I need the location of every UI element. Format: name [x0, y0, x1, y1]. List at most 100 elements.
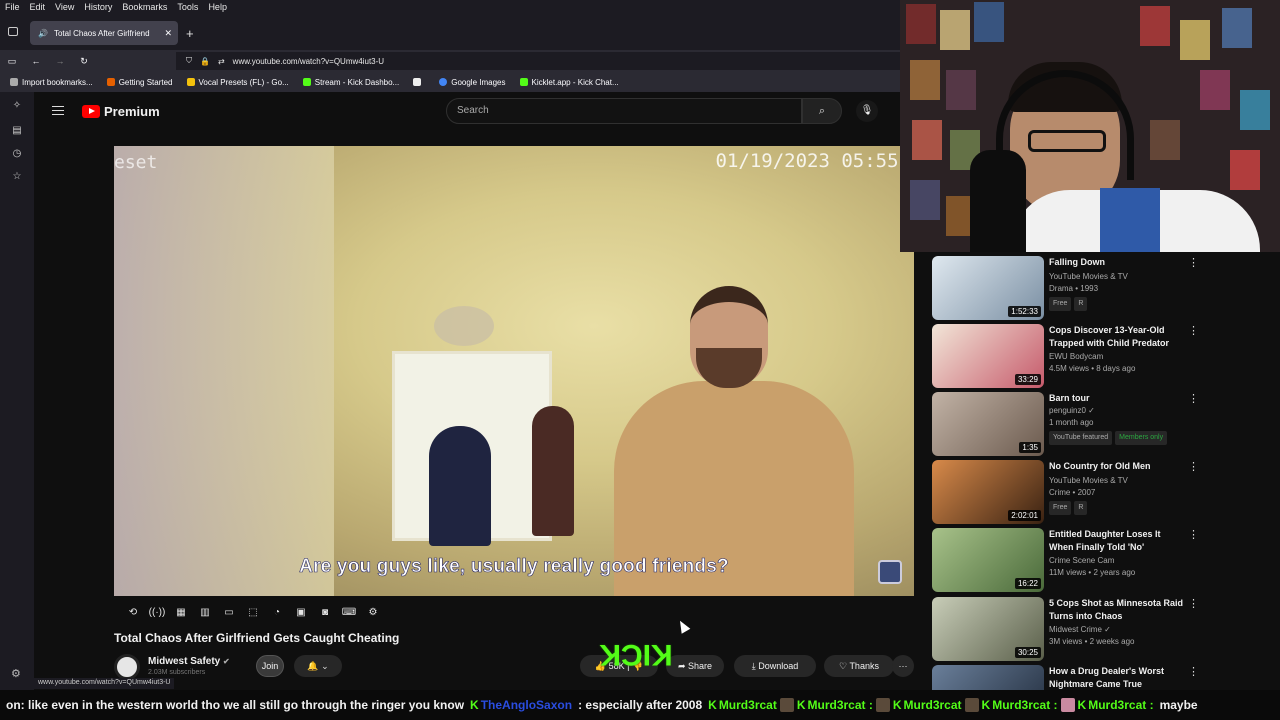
download-button[interactable]: ⤓ Download [734, 655, 816, 677]
bookmark-item[interactable]: Getting Started [106, 78, 173, 87]
list-item[interactable]: 1:35 Barn tour penguinz0 ✓ 1 month ago Y… [930, 390, 1280, 456]
channel-name[interactable]: YouTube Movies & TV [1049, 271, 1128, 283]
menu-icon[interactable] [52, 106, 64, 115]
video-thumbnail[interactable]: 1:52:33 [932, 256, 1044, 320]
channel-name[interactable]: penguinz0 ✓ [1049, 405, 1095, 417]
tab-close-icon[interactable]: ✕ [164, 28, 172, 39]
youtube-logo[interactable]: Premium [82, 104, 160, 119]
video-title[interactable]: Barn tour [1049, 392, 1184, 405]
film-icon[interactable]: ▥ [196, 606, 214, 620]
bookmark-item[interactable]: Vocal Presets (FL) - Go... [186, 78, 289, 87]
video-title[interactable]: Cops Discover 13-Year-Old Trapped with C… [1049, 324, 1184, 350]
chat-username: Murd3rcat : [992, 698, 1058, 712]
list-item[interactable]: 1:52:33 Falling Down YouTube Movies & TV… [930, 254, 1280, 320]
video-title[interactable]: No Country for Old Men [1049, 460, 1184, 473]
video-thumbnail[interactable]: 1:35 [932, 392, 1044, 456]
video-thumbnail[interactable]: 30:25 [932, 597, 1044, 661]
bookmark-item[interactable]: Import bookmarks... [10, 78, 93, 87]
video-title[interactable]: How a Drug Dealer's Worst Nightmare Came… [1049, 665, 1184, 690]
speed-icon[interactable]: ◔ [268, 606, 286, 620]
loop-icon[interactable]: ⟲ [124, 606, 142, 620]
sidebar-toggle-icon[interactable]: ▭ [0, 56, 24, 67]
tag: YouTube featured [1049, 431, 1113, 445]
video-player[interactable]: eset 01/19/2023 05:55: Are you guys like… [114, 146, 914, 596]
star-icon[interactable]: ☆ [11, 171, 23, 183]
tab-overview-icon[interactable] [8, 27, 18, 36]
channel-name[interactable]: EWU Bodycam [1049, 351, 1103, 363]
more-vert-icon[interactable]: ⋮ [1188, 324, 1199, 337]
menu-help[interactable]: Help [203, 2, 232, 12]
more-vert-icon[interactable]: ⋮ [1188, 528, 1199, 541]
menu-view[interactable]: View [50, 2, 79, 12]
more-vert-icon[interactable]: ⋮ [1188, 665, 1199, 678]
more-vert-icon[interactable]: ⋮ [1188, 256, 1199, 269]
menu-history[interactable]: History [79, 2, 117, 12]
audio-icon[interactable]: ((·)) [148, 606, 166, 620]
bookmark-item[interactable]: Stream - Kick Dashbo... [302, 78, 399, 87]
back-icon[interactable]: ← [24, 56, 48, 66]
forward-icon[interactable]: → [48, 56, 72, 66]
more-actions-button[interactable]: ··· [892, 655, 914, 677]
video-title[interactable]: Falling Down [1049, 256, 1184, 269]
history-icon[interactable]: ◷ [11, 148, 23, 160]
bookmarks-icon[interactable]: ▤ [11, 125, 23, 137]
menu-bookmarks[interactable]: Bookmarks [117, 2, 172, 12]
channel-name[interactable]: YouTube Movies & TV [1049, 475, 1128, 487]
video-thumbnail[interactable]: 2:02:01 [932, 460, 1044, 524]
gear-icon[interactable]: ⚙ [364, 606, 382, 620]
permissions-icon[interactable]: ⇄ [218, 57, 225, 66]
microphone-icon[interactable]: 🎙 [856, 100, 878, 122]
menu-edit[interactable]: Edit [25, 2, 51, 12]
list-item[interactable]: How a Drug Dealer's Worst Nightmare Came… [930, 663, 1280, 690]
wall-poster [912, 120, 942, 160]
keyboard-icon[interactable]: ⌨ [340, 606, 358, 620]
url-bar[interactable]: ⛉ 🔒 ⇄ www.youtube.com/watch?v=QUmw4iut3-… [176, 52, 900, 70]
channel-watermark-icon[interactable] [878, 560, 902, 584]
more-vert-icon[interactable]: ⋮ [1188, 597, 1199, 610]
thanks-button[interactable]: ♡ Thanks [824, 655, 894, 677]
video-thumbnail[interactable]: 16:22 [932, 528, 1044, 592]
new-tab-button[interactable]: + [186, 26, 194, 41]
url-text[interactable]: www.youtube.com/watch?v=QUmw4iut3-U [233, 57, 384, 66]
lock-icon[interactable]: 🔒 [200, 57, 210, 66]
video-thumbnail[interactable]: 33:29 [932, 324, 1044, 388]
crop-icon[interactable]: ⬚ [244, 606, 262, 620]
ai-chat-icon[interactable]: ✧ [11, 100, 23, 112]
list-item[interactable]: 33:29 Cops Discover 13-Year-Old Trapped … [930, 322, 1280, 388]
channel-name[interactable]: Midwest Safety ✔ [148, 656, 230, 667]
sidebar-settings-icon[interactable]: ⚙ [11, 667, 21, 680]
menu-file[interactable]: File [0, 2, 25, 12]
video-frame [114, 146, 334, 596]
more-vert-icon[interactable]: ⋮ [1188, 460, 1199, 473]
reload-icon[interactable]: ↻ [72, 56, 96, 67]
join-button[interactable]: Join [256, 655, 284, 677]
video-thumbnail[interactable] [932, 665, 1044, 690]
notification-bell-icon[interactable]: 🔔 ⌄ [294, 655, 342, 677]
wall-poster [1222, 8, 1252, 48]
channel-avatar[interactable] [114, 654, 140, 680]
audio-playing-icon[interactable]: 🔊 [38, 29, 48, 38]
shield-icon[interactable]: ⛉ [186, 56, 192, 66]
video-title[interactable]: Entitled Daughter Loses It When Finally … [1049, 528, 1184, 554]
menu-tools[interactable]: Tools [172, 2, 203, 12]
list-item[interactable]: 30:25 5 Cops Shot as Minnesota Raid Turn… [930, 595, 1280, 661]
bookmark-item[interactable] [413, 78, 425, 86]
list-item[interactable]: 16:22 Entitled Daughter Loses It When Fi… [930, 526, 1280, 592]
tab-active[interactable]: 🔊 Total Chaos After Girlfriend ✕ [30, 21, 178, 45]
bookmark-item[interactable]: Google Images [439, 78, 506, 87]
search-icon[interactable]: ⌕ [802, 98, 842, 124]
video-title[interactable]: 5 Cops Shot as Minnesota Raid Turns into… [1049, 597, 1184, 623]
search-input[interactable]: Search [446, 98, 802, 124]
channel-name[interactable]: Crime Scene Cam [1049, 555, 1114, 567]
video-frame [532, 406, 574, 536]
camera-icon[interactable]: ◙ [316, 606, 334, 620]
list-item[interactable]: 2:02:01 No Country for Old Men YouTube M… [930, 458, 1280, 524]
more-vert-icon[interactable]: ⋮ [1188, 392, 1199, 405]
video-duration: 16:22 [1014, 578, 1041, 589]
screen-icon[interactable]: ▭ [220, 606, 238, 620]
filter-icon[interactable]: ▦ [172, 606, 190, 620]
channel-name[interactable]: Midwest Crime ✓ [1049, 624, 1111, 636]
bookmark-item[interactable]: Kicklet.app - Kick Chat... [519, 78, 619, 87]
video-meta: Drama • 1993 [1049, 284, 1099, 293]
picture-in-picture-icon[interactable]: ▣ [292, 606, 310, 620]
